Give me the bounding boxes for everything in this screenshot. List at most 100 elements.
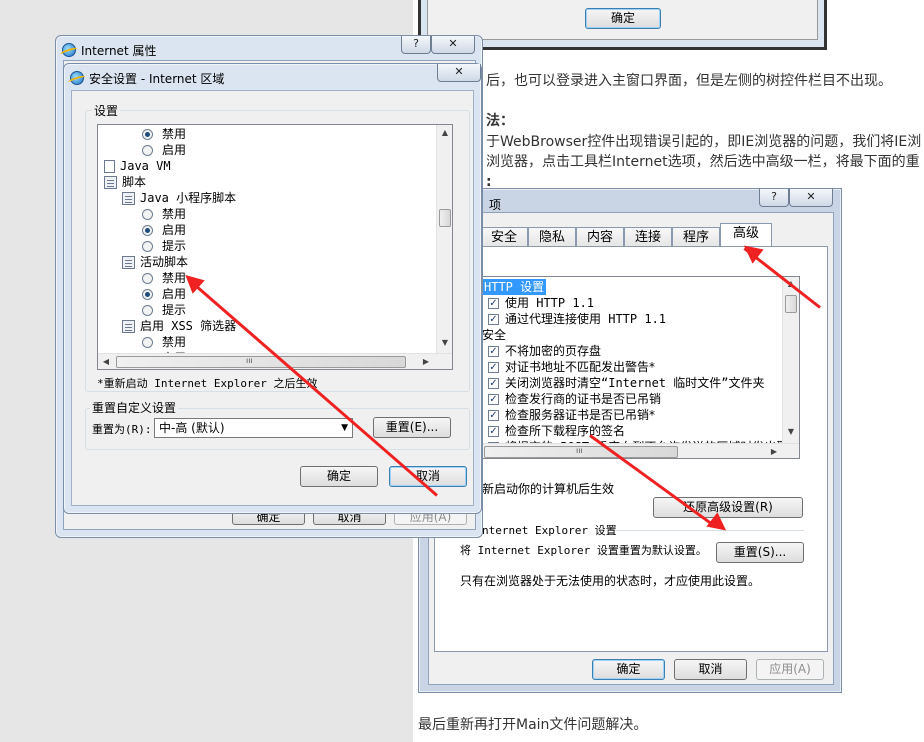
settings-group-icon — [122, 319, 135, 333]
advanced-setting-label: 不将加密的页存盘 — [505, 344, 602, 358]
advanced-setting-row: 安全 — [482, 327, 506, 343]
security-setting-row: 活动脚本 — [122, 254, 188, 270]
radio-button-icon[interactable] — [142, 144, 153, 156]
security-setting-row[interactable]: 禁用 — [142, 334, 186, 350]
settings-group-label: 设置 — [92, 102, 121, 119]
security-setting-row[interactable]: 启用 — [142, 286, 186, 302]
advanced-setting-label: 检查服务器证书是否已吊销* — [505, 408, 656, 422]
ie-settings-group-label: nternet Explorer 设置 — [482, 524, 617, 537]
ie-settings-group-line — [612, 530, 804, 531]
security-setting-label: Java 小程序脚本 — [140, 191, 237, 205]
security-setting-label: 启用 XSS 筛选器 — [140, 319, 237, 333]
checkbox-icon[interactable]: ✓ — [488, 409, 499, 421]
options-restart-note: 新启动你的计算机后生效 — [482, 482, 615, 496]
security-setting-row[interactable]: 禁用 — [142, 126, 186, 142]
article-line-1: 后，也可以登录进入主窗口界面，但是左侧的树控件栏目不出现。 — [486, 73, 892, 89]
security-settings-list[interactable]: 禁用 启用 Java VM 脚本 Java 小程序脚本 禁用 启用 提示 活动脚本 禁用 启用 提示启… — [97, 124, 453, 370]
internet-explorer-icon — [70, 71, 84, 85]
advanced-setting-label: 安全 — [482, 328, 507, 342]
advanced-setting-label: HTTP 设置 — [482, 279, 547, 295]
security-setting-label: 提示 — [162, 239, 187, 253]
options-help-button[interactable]: ? — [759, 189, 789, 207]
tab-privacy[interactable]: 隐私 — [528, 227, 576, 247]
radio-button-icon[interactable] — [142, 128, 153, 140]
advanced-list-scroll-right[interactable]: ▶ — [768, 447, 780, 456]
checkbox-icon[interactable]: ✓ — [488, 393, 499, 405]
security-setting-label: 启用 — [162, 287, 187, 301]
checkbox-icon[interactable]: ✓ — [488, 425, 499, 437]
advanced-list-thumb[interactable] — [785, 295, 797, 313]
settings-group-icon — [104, 175, 117, 189]
tab-content[interactable]: 内容 — [576, 227, 624, 247]
checkbox-icon[interactable]: ✓ — [488, 377, 499, 389]
security-setting-row[interactable]: 启用 — [142, 142, 186, 158]
security-ok-button[interactable]: 确定 — [300, 466, 378, 487]
settings-group-icon — [122, 255, 135, 269]
security-restart-note: *重新启动 Internet Explorer 之后生效 — [97, 377, 318, 390]
radio-button-icon[interactable] — [142, 336, 153, 348]
advanced-setting-row[interactable]: ✓ 对证书地址不匹配发出警告* — [488, 359, 655, 375]
security-list-thumb[interactable] — [439, 209, 451, 227]
advanced-list-hscrollbar[interactable]: ııı ▶ — [482, 443, 799, 458]
security-setting-row[interactable]: 禁用 — [142, 206, 186, 222]
security-setting-label: 脚本 — [122, 175, 147, 189]
options-cancel-button[interactable]: 取消 — [674, 659, 747, 680]
security-setting-row[interactable]: 启用 — [142, 222, 186, 238]
advanced-settings-list[interactable]: HTTP 设置 ✓ 使用 HTTP 1.1 ✓ 通过代理连接使用 HTTP 1.1 安全 ✓… — [482, 276, 800, 459]
top-dialog-ok-button[interactable]: 确定 — [585, 8, 661, 29]
security-setting-row: 脚本 — [104, 174, 146, 190]
radio-button-icon[interactable] — [142, 304, 153, 316]
security-list-vscrollbar[interactable]: ▲ ▼ — [436, 125, 452, 353]
security-reset-button[interactable]: 重置(E)... — [373, 417, 451, 438]
security-setting-row: Java VM — [104, 158, 171, 174]
tab-security[interactable]: 安全 — [480, 227, 528, 247]
tab-connections[interactable]: 连接 — [624, 227, 672, 247]
article-heading: 法： — [486, 113, 514, 129]
advanced-setting-row[interactable]: ✓ 使用 HTTP 1.1 — [488, 295, 594, 311]
properties-help-button[interactable]: ? — [401, 36, 431, 54]
advanced-setting-row[interactable]: ✓ 不将加密的页存盘 — [488, 343, 601, 359]
checkbox-icon[interactable]: ✓ — [488, 345, 499, 357]
advanced-setting-row[interactable]: ✓ 通过代理连接使用 HTTP 1.1 — [488, 311, 666, 327]
security-setting-row[interactable]: 提示 — [142, 238, 186, 254]
ie-reset-button[interactable]: 重置(S)... — [716, 542, 804, 563]
checkbox-icon[interactable]: ✓ — [488, 297, 499, 309]
radio-button-icon[interactable] — [142, 272, 153, 284]
advanced-setting-row[interactable]: ✓ 关闭浏览器时清空“Internet 临时文件”文件夹 — [488, 375, 764, 391]
options-close-button[interactable]: ✕ — [789, 189, 833, 207]
options-ok-button[interactable]: 确定 — [592, 659, 665, 680]
radio-button-icon[interactable] — [142, 208, 153, 220]
tab-programs[interactable]: 程序 — [672, 227, 720, 247]
security-setting-label: 启用 — [162, 223, 187, 237]
article-footer: 最后重新再打开Main文件问题解决。 — [418, 717, 648, 733]
radio-button-icon[interactable] — [142, 288, 153, 300]
security-setting-label: Java VM — [120, 159, 171, 173]
advanced-setting-label: 对证书地址不匹配发出警告* — [505, 360, 656, 374]
advanced-setting-row[interactable]: ✓ 检查发行商的证书是否已吊销 — [488, 391, 661, 407]
security-close-button[interactable]: ✕ — [437, 64, 481, 82]
advanced-setting-row[interactable]: ✓ 检查所下载程序的签名 — [488, 423, 625, 439]
radio-button-icon[interactable] — [142, 240, 153, 252]
advanced-setting-label: 使用 HTTP 1.1 — [505, 296, 595, 310]
advanced-list-vscrollbar[interactable]: ▲ ▼ — [782, 277, 799, 443]
checkbox-icon[interactable]: ✓ — [488, 313, 499, 325]
security-setting-label: 禁用 — [162, 207, 187, 221]
article-line-4: 浏览器，点击工具栏Internet选项，然后选中高级一栏，将最下面的重 — [486, 154, 920, 170]
reset-level-value: 中-高 (默认) — [159, 421, 225, 435]
internet-explorer-icon — [62, 43, 76, 57]
security-cancel-button[interactable]: 取消 — [389, 466, 467, 487]
security-setting-label: 提示 — [162, 303, 187, 317]
radio-button-icon[interactable] — [142, 224, 153, 236]
reset-to-label: 重置为(R): — [92, 423, 152, 436]
advanced-setting-row[interactable]: ✓ 检查服务器证书是否已吊销* — [488, 407, 655, 423]
checkbox-icon[interactable]: ✓ — [488, 361, 499, 373]
reset-level-select[interactable]: 中-高 (默认) ▼ — [154, 418, 353, 438]
properties-close-button[interactable]: ✕ — [431, 36, 475, 54]
advanced-setting-row: HTTP 设置 — [482, 279, 547, 295]
security-setting-row[interactable]: 禁用 — [142, 270, 186, 286]
article-line-3: 于WebBrowser控件出现错误引起的，即IE浏览器的问题，我们将IE浏 — [486, 134, 922, 150]
security-setting-row[interactable]: 提示 — [142, 302, 186, 318]
security-setting-label: 启用 — [162, 143, 187, 157]
security-setting-label: 禁用 — [162, 127, 187, 141]
options-apply-button[interactable]: 应用(A) — [756, 659, 824, 680]
